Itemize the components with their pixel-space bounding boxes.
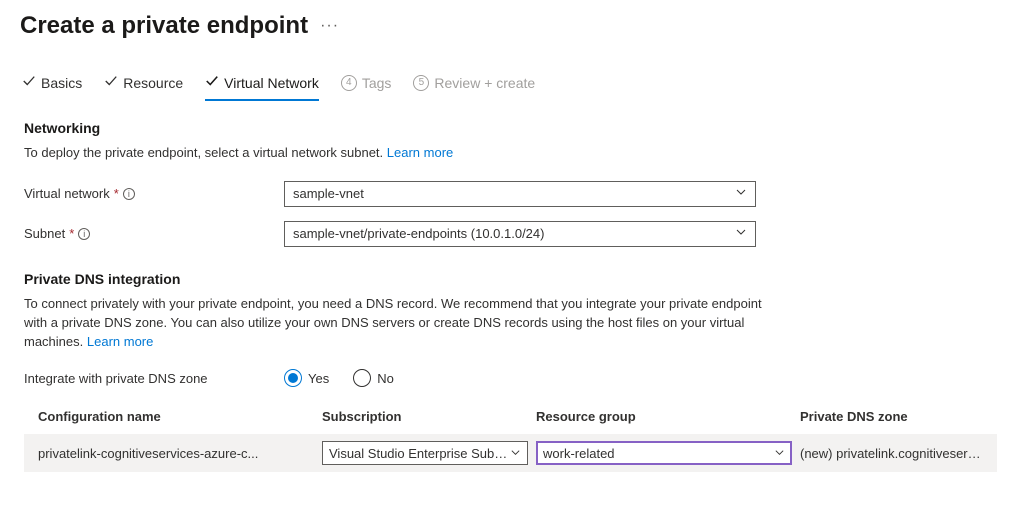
step-number-icon: 4	[341, 75, 357, 91]
info-icon[interactable]: i	[123, 188, 135, 200]
subnet-label: Subnet * i	[24, 226, 284, 241]
step-tags[interactable]: 4 Tags	[341, 68, 392, 101]
vnet-label: Virtual network * i	[24, 186, 284, 201]
vnet-select-value: sample-vnet	[293, 186, 364, 201]
subscription-value: Visual Studio Enterprise Subscrip…	[329, 446, 510, 461]
required-asterisk: *	[69, 226, 74, 241]
radio-icon	[284, 369, 302, 387]
check-icon	[205, 74, 219, 91]
step-label: Tags	[362, 75, 392, 91]
field-integrate-dns: Integrate with private DNS zone Yes No	[24, 369, 997, 387]
subscription-select[interactable]: Visual Studio Enterprise Subscrip…	[322, 441, 528, 465]
dns-heading: Private DNS integration	[24, 271, 997, 287]
chevron-down-icon	[510, 446, 521, 461]
dns-zone-table: Configuration name Subscription Resource…	[24, 409, 997, 472]
integrate-dns-radio-group: Yes No	[284, 369, 394, 387]
col-private-dns-zone: Private DNS zone	[800, 409, 983, 424]
field-subnet: Subnet * i sample-vnet/private-endpoints…	[24, 221, 997, 247]
col-resource-group: Resource group	[536, 409, 792, 424]
step-label: Review + create	[434, 75, 535, 91]
radio-icon	[353, 369, 371, 387]
chevron-down-icon	[735, 186, 747, 201]
step-virtual-network[interactable]: Virtual Network	[205, 68, 319, 101]
form-content: Networking To deploy the private endpoin…	[20, 120, 1001, 472]
radio-yes[interactable]: Yes	[284, 369, 329, 387]
step-resource[interactable]: Resource	[104, 68, 183, 101]
subnet-select[interactable]: sample-vnet/private-endpoints (10.0.1.0/…	[284, 221, 756, 247]
col-subscription: Subscription	[322, 409, 528, 424]
radio-no[interactable]: No	[353, 369, 394, 387]
step-basics[interactable]: Basics	[22, 68, 82, 101]
required-asterisk: *	[114, 186, 119, 201]
resource-group-select[interactable]: work-related	[536, 441, 792, 465]
chevron-down-icon	[774, 446, 785, 461]
more-icon[interactable]: ···	[320, 17, 339, 35]
radio-label: Yes	[308, 371, 329, 386]
dns-description: To connect privately with your private e…	[24, 295, 784, 352]
step-label: Basics	[41, 75, 82, 91]
step-number-icon: 5	[413, 75, 429, 91]
page-title: Create a private endpoint	[20, 12, 308, 40]
vnet-select[interactable]: sample-vnet	[284, 181, 756, 207]
step-label: Virtual Network	[224, 75, 319, 91]
networking-description: To deploy the private endpoint, select a…	[24, 144, 784, 163]
page-header: Create a private endpoint ···	[20, 12, 1001, 40]
wizard-steps: Basics Resource Virtual Network 4 Tags 5…	[20, 68, 1001, 102]
cell-config-name: privatelink-cognitiveservices-azure-c...	[38, 446, 314, 461]
cell-dns-zone: (new) privatelink.cognitiveservices.az..…	[800, 446, 983, 461]
chevron-down-icon	[735, 226, 747, 241]
step-review-create[interactable]: 5 Review + create	[413, 68, 535, 101]
field-virtual-network: Virtual network * i sample-vnet	[24, 181, 997, 207]
learn-more-link[interactable]: Learn more	[87, 334, 153, 349]
table-row: privatelink-cognitiveservices-azure-c...…	[24, 434, 997, 472]
check-icon	[22, 74, 36, 91]
resource-group-value: work-related	[543, 446, 615, 461]
info-icon[interactable]: i	[78, 228, 90, 240]
col-config-name: Configuration name	[38, 409, 314, 424]
subnet-select-value: sample-vnet/private-endpoints (10.0.1.0/…	[293, 226, 544, 241]
check-icon	[104, 74, 118, 91]
learn-more-link[interactable]: Learn more	[387, 145, 453, 160]
networking-heading: Networking	[24, 120, 997, 136]
radio-label: No	[377, 371, 394, 386]
table-header: Configuration name Subscription Resource…	[24, 409, 997, 434]
step-label: Resource	[123, 75, 183, 91]
integrate-dns-label: Integrate with private DNS zone	[24, 371, 284, 386]
